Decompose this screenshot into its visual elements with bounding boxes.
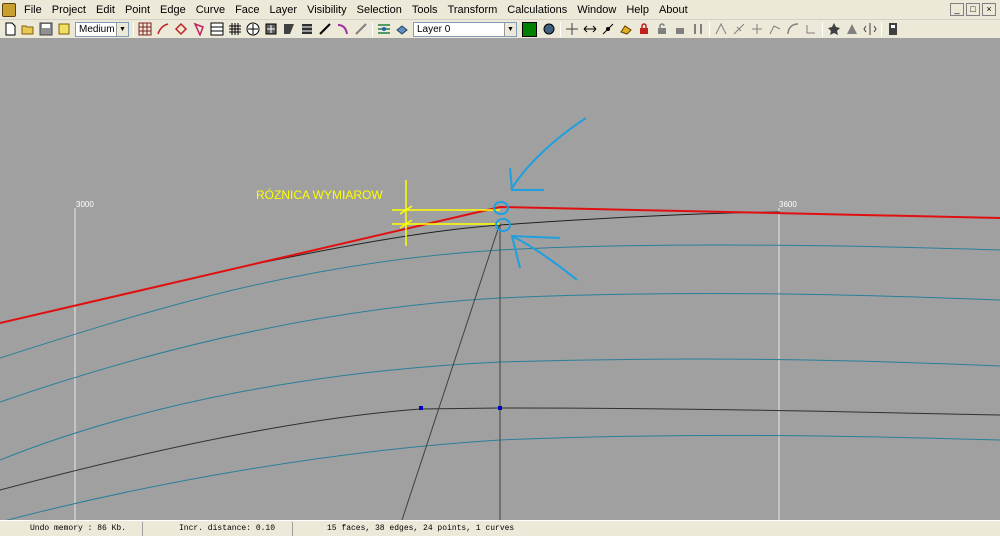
status-incr-distance: Incr. distance: 0.10 [143,521,293,536]
control-point[interactable] [498,406,502,410]
menu-help[interactable]: Help [621,0,654,20]
viewport[interactable]: 3000 3600 RÓZNICA WYMIAROW [0,40,1000,520]
shade-icon[interactable] [263,21,279,37]
menu-edge[interactable]: Edge [155,0,191,20]
solid-view-icon[interactable] [281,21,297,37]
menu-visibility[interactable]: Visibility [302,0,352,20]
control-net-icon[interactable] [137,21,153,37]
close-button[interactable]: × [982,3,996,16]
transform-icon[interactable] [376,21,392,37]
layer-color-swatch[interactable] [522,21,537,37]
layer-value: Layer 0 [417,23,451,35]
toolbar-separator [372,21,373,37]
stations-icon[interactable] [173,21,189,37]
precision-select[interactable]: Medium ▼ [75,21,129,37]
model-canvas: 3000 3600 RÓZNICA WYMIAROW [0,117,1000,520]
print-icon[interactable] [56,21,72,37]
arrow-icon [509,167,544,191]
menu-edit[interactable]: Edit [91,0,120,20]
layers-icon[interactable] [394,21,410,37]
flowlines-icon[interactable] [317,21,333,37]
layer-properties-icon[interactable] [541,21,557,37]
control-point[interactable] [419,406,423,410]
menu-curve[interactable]: Curve [191,0,230,20]
station-line [401,222,501,520]
collapse-point-icon[interactable] [600,21,616,37]
arrow-icon [511,235,578,281]
toolbar-separator [881,21,882,37]
buttocks-icon[interactable] [191,21,207,37]
crease-edge-icon[interactable] [767,21,783,37]
add-point-icon[interactable] [564,21,580,37]
interior-edges-icon[interactable] [155,21,171,37]
layer-select[interactable]: Layer 0 ▼ [413,21,517,37]
invert-face-icon[interactable] [844,21,860,37]
mirror-face-icon[interactable] [862,21,878,37]
waterlines-icon[interactable] [209,21,225,37]
open-folder-icon[interactable] [20,21,36,37]
restore-button[interactable]: □ [966,3,980,16]
menu-tools[interactable]: Tools [407,0,443,20]
grid-label-3600: 3600 [779,200,797,209]
chevron-down-icon: ▼ [116,22,128,36]
toolbar-separator [133,21,134,37]
chevron-down-icon: ▼ [504,22,516,36]
new-file-icon[interactable] [2,21,18,37]
lock-icon[interactable] [636,21,652,37]
precision-value: Medium [79,23,115,35]
app-icon[interactable] [2,2,16,17]
toolbar-separator [560,21,561,37]
unlock-icon[interactable] [654,21,670,37]
markers-icon[interactable] [353,21,369,37]
minimize-button[interactable]: _ [950,3,964,16]
menu-bar: File Project Edit Point Edge Curve Face … [0,0,1000,20]
menu-layer[interactable]: Layer [265,0,303,20]
curvature-icon[interactable] [245,21,261,37]
menu-window[interactable]: Window [572,0,621,20]
collapse-edge-icon[interactable] [749,21,765,37]
develop-icon[interactable] [335,21,351,37]
menu-file[interactable]: File [19,0,47,20]
menu-project[interactable]: Project [47,0,91,20]
edit-point-icon[interactable] [618,21,634,37]
toolbar-separator [822,21,823,37]
status-undo-memory: Undo memory : 86 Kb. [0,521,143,536]
grid-icon[interactable] [227,21,243,37]
new-face-icon[interactable] [826,21,842,37]
window-controls: _ □ × [950,3,996,16]
menu-about[interactable]: About [654,0,693,20]
unlock-all-icon[interactable] [672,21,688,37]
arrow-icon [511,117,587,189]
design-hydrostatics-icon[interactable] [885,21,901,37]
menu-face[interactable]: Face [230,0,264,20]
align-points-icon[interactable] [690,21,706,37]
extrude-edge-icon[interactable] [713,21,729,37]
connect-edge-icon[interactable] [803,21,819,37]
menu-selection[interactable]: Selection [352,0,407,20]
toolbar-separator [709,21,710,37]
new-curve-icon[interactable] [785,21,801,37]
insert-point-icon[interactable] [582,21,598,37]
grid-label-3000: 3000 [76,200,94,209]
toolbar: Medium ▼ Layer 0 ▼ [0,20,1000,39]
menu-point[interactable]: Point [120,0,155,20]
annotation-label: RÓZNICA WYMIAROW [256,187,383,202]
status-model-info: 15 faces, 38 edges, 24 points, 1 curves [327,523,515,533]
split-edge-icon[interactable] [731,21,747,37]
zebra-icon[interactable] [299,21,315,37]
save-icon[interactable] [38,21,54,37]
menu-calculations[interactable]: Calculations [502,0,572,20]
menu-transform[interactable]: Transform [443,0,503,20]
status-bar: Undo memory : 86 Kb. Incr. distance: 0.1… [0,520,1000,536]
